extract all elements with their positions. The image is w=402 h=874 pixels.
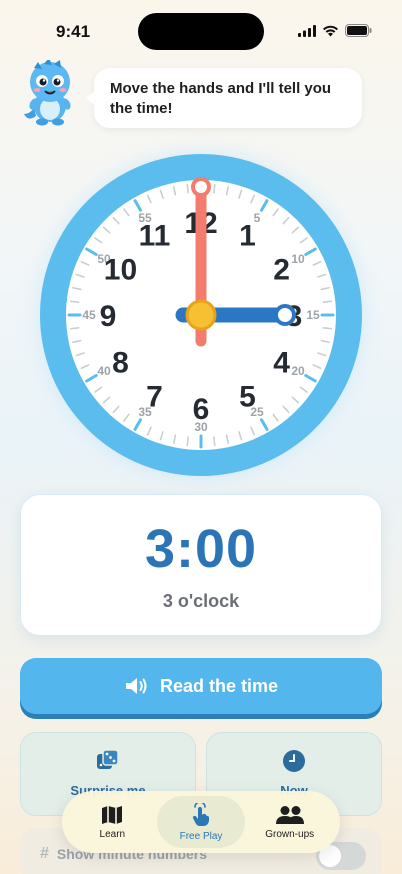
hour-number: 4	[273, 347, 290, 380]
spoken-time: 3 o'clock	[162, 591, 240, 611]
tab-grown-ups-label: Grown-ups	[265, 828, 315, 840]
tab-bar: Learn Free Play Grown-ups	[62, 791, 340, 853]
clock-icon	[283, 750, 305, 772]
tab-grown-ups[interactable]: Grown-ups	[245, 796, 334, 848]
dynamic-island	[138, 13, 264, 50]
hour-number: 7	[146, 381, 163, 414]
minute-hand-knob[interactable]	[191, 177, 211, 197]
speech-bubble: Move the hands and I'll tell you the tim…	[86, 68, 362, 128]
minute-tick	[213, 183, 216, 194]
tap-hand-icon	[192, 802, 209, 826]
hour-number: 1	[239, 219, 256, 252]
dice-icon	[97, 749, 119, 769]
read-time-label: Read the time	[159, 675, 279, 696]
minute-tick	[186, 436, 189, 447]
battery-icon	[345, 24, 372, 37]
tab-learn-label: Learn	[99, 828, 126, 840]
hour-number: 10	[104, 254, 137, 287]
tab-free-play-label: Free Play	[179, 830, 223, 842]
minute-tick	[213, 436, 216, 447]
minute-label: 15	[306, 308, 320, 322]
hour-number: 8	[112, 347, 129, 380]
minute-label: 10	[291, 252, 305, 266]
hour-hand-knob[interactable]	[274, 304, 296, 326]
hour-number: 9	[100, 300, 117, 333]
read-time-button[interactable]: Read the time	[20, 658, 382, 714]
hour-number: 6	[193, 393, 210, 426]
speaker-icon	[125, 678, 147, 694]
people-icon	[275, 805, 304, 824]
hour-number: 5	[239, 381, 256, 414]
minute-tick	[69, 300, 80, 303]
minute-tick	[322, 300, 333, 303]
minute-tick	[69, 327, 80, 330]
cellular-signal-icon	[298, 24, 316, 37]
hour-number: 2	[273, 254, 290, 287]
tab-free-play[interactable]: Free Play	[156, 796, 246, 848]
clock-face-svg[interactable]: 555101520253035404550 121234567891011	[39, 153, 363, 477]
minute-label: 45	[82, 308, 96, 322]
minute-tick	[186, 183, 189, 194]
time-display-card: 3:00 3 o'clock	[20, 494, 382, 636]
digital-time: 3:00	[144, 519, 258, 579]
hour-number: 11	[139, 219, 171, 252]
wifi-icon	[323, 25, 338, 36]
status-bar: 9:41	[0, 0, 402, 60]
map-icon	[102, 805, 123, 824]
minute-tick	[322, 327, 333, 330]
status-icons	[298, 24, 372, 37]
analog-clock[interactable]: 555101520253035404550 121234567891011	[39, 153, 363, 477]
minute-label: 20	[291, 364, 305, 378]
tab-learn[interactable]: Learn	[68, 796, 157, 848]
status-time: 9:41	[56, 22, 91, 41]
hash-icon: #	[40, 845, 49, 862]
minute-label: 40	[97, 364, 111, 378]
dino-mascot-icon	[20, 58, 84, 126]
clock-hub	[185, 299, 217, 331]
